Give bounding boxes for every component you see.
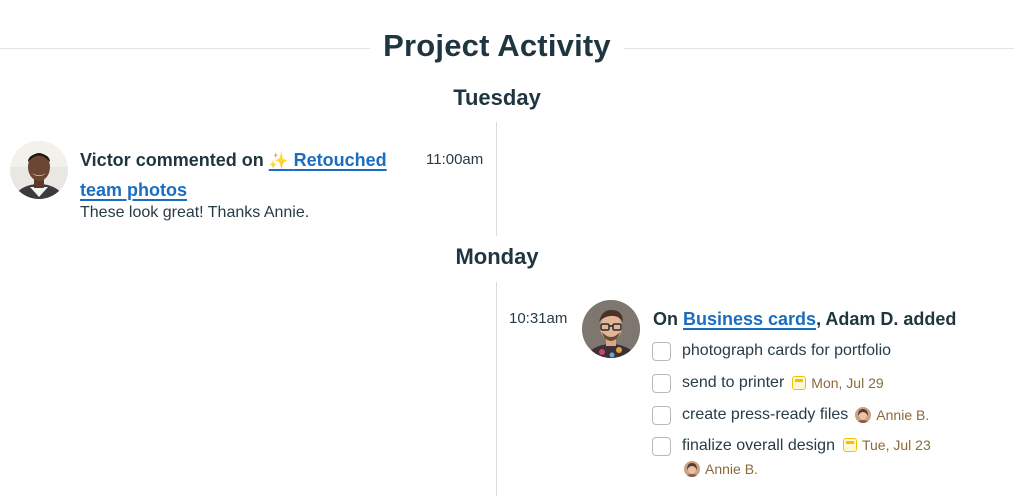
due-date-text: Mon, Jul 29 [811, 375, 884, 391]
activity-title-todos: On Business cards, Adam D. added [653, 305, 1013, 333]
todo-checkbox[interactable] [652, 341, 671, 361]
comment-text: These look great! Thanks Annie. [80, 204, 310, 221]
todo-text[interactable]: create press-ready files [682, 406, 848, 424]
assignee-name: Annie B. [705, 461, 758, 477]
timestamp: 10:31am [509, 310, 568, 327]
assignee[interactable]: Annie B. [855, 407, 929, 423]
assignee-avatar [684, 461, 700, 477]
page-header: Project Activity [0, 24, 1024, 76]
activity-title-comment: Victor commented on ✨ Retouched team pho… [80, 146, 410, 204]
page-title: Project Activity [383, 28, 611, 63]
assignee-name: Annie B. [876, 407, 930, 423]
todo-text[interactable]: finalize overall design [682, 437, 835, 455]
day-heading-tuesday: Tuesday [453, 85, 541, 110]
header-divider-right [624, 48, 1014, 49]
todo-text[interactable]: send to printer [682, 374, 784, 392]
calendar-icon [792, 376, 807, 390]
header-divider-left [0, 48, 370, 49]
todo-checkbox[interactable] [652, 437, 671, 456]
activity-prefix: On [653, 309, 683, 329]
activity-suffix: , Adam D. added [816, 309, 957, 329]
todo-item: create press-ready files Annie B. [652, 399, 1012, 431]
assignee[interactable]: Annie B. [684, 461, 758, 477]
assignee-avatar [855, 407, 872, 423]
timestamp: 11:00am [426, 151, 484, 168]
timeline-line [496, 282, 497, 496]
activity-action-text: Victor commented on [80, 150, 269, 170]
business-cards-link[interactable]: Business cards [683, 309, 816, 329]
todo-item: photograph cards for portfolio [652, 335, 1012, 367]
todo-checkbox[interactable] [652, 405, 671, 425]
due-date: Mon, Jul 29 [792, 375, 884, 391]
todo-text[interactable]: photograph cards for portfolio [682, 342, 891, 360]
sparkles-icon: ✨ [268, 153, 289, 170]
todo-checkbox[interactable] [652, 373, 671, 393]
day-heading-monday: Monday [455, 244, 539, 269]
avatar-victor[interactable] [10, 141, 68, 199]
todo-item: finalize overall design Tue, Jul 23 Anni… [652, 431, 1012, 481]
due-date-text: Tue, Jul 23 [861, 437, 931, 453]
calendar-icon [842, 438, 857, 452]
timeline-line [496, 122, 497, 236]
due-date: Tue, Jul 23 [842, 437, 931, 453]
todo-list: photograph cards for portfolio send to p… [652, 335, 1012, 481]
todo-item: send to printer Mon, Jul 29 [652, 367, 1012, 399]
avatar-adam[interactable] [582, 300, 640, 358]
